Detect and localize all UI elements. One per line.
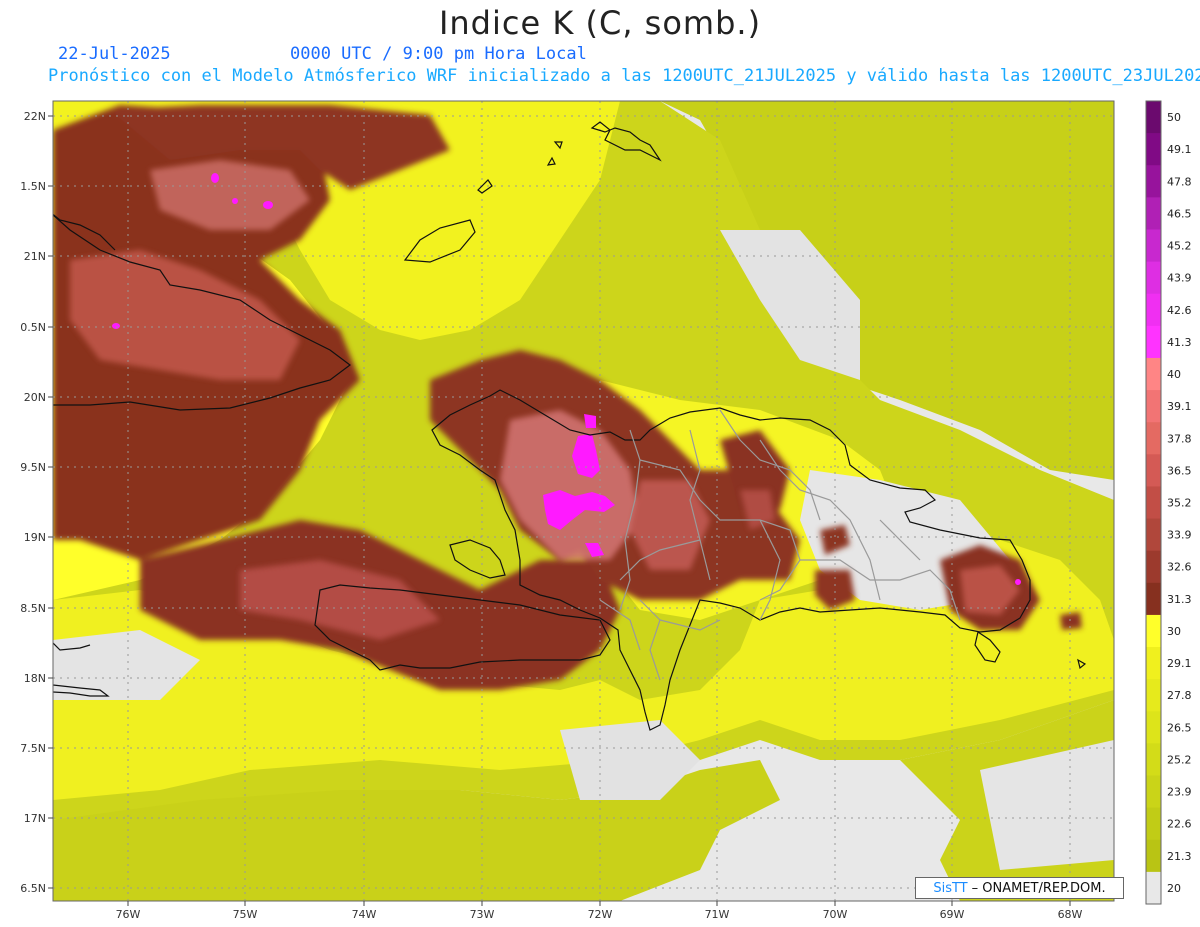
colorbar-label: 29.1 [1167, 657, 1192, 670]
colorbar-swatch [1146, 839, 1161, 873]
colorbar-label: 46.5 [1167, 207, 1192, 220]
credit-box: SisTT – ONAMET/REP.DOM. [915, 877, 1124, 899]
lat-label: 17N [24, 812, 46, 825]
colorbar-label: 43.9 [1167, 272, 1192, 285]
lat-label: 7.5N [20, 742, 46, 755]
colorbar-label: 41.3 [1167, 336, 1192, 349]
latitude-axis: 22N 1.5N 21N 0.5N 20N 9.5N 19N 8.5N 18N 7.5N 17N 6.… [20, 110, 53, 895]
colorbar-swatch [1146, 101, 1161, 134]
colorbar-swatch [1146, 679, 1161, 712]
lat-label: 18N [24, 672, 46, 685]
lon-label: 71W [705, 908, 730, 921]
colorbar-label: 23.9 [1167, 786, 1192, 799]
colorbar-label: 42.6 [1167, 304, 1192, 317]
colorbar-label: 21.3 [1167, 850, 1192, 863]
colorbar-swatch [1146, 550, 1161, 584]
colorbar-label: 50 [1167, 111, 1181, 124]
colorbar-label: 25.2 [1167, 753, 1192, 766]
lon-label: 74W [352, 908, 377, 921]
colorbar-label: 33.9 [1167, 529, 1192, 542]
lat-label: 8.5N [20, 602, 46, 615]
colorbar-swatch [1146, 775, 1161, 809]
colorbar-swatch [1146, 229, 1161, 263]
lon-label: 76W [116, 908, 141, 921]
credit-brand: SisTT [933, 880, 968, 896]
colorbar-label: 31.3 [1167, 593, 1192, 606]
lat-label: 6.5N [20, 882, 46, 895]
colorbar-label: 27.8 [1167, 689, 1192, 702]
colorbar-label: 32.6 [1167, 561, 1192, 574]
colorbar: 50 49.1 47.8 46.5 45.2 43.9 42.6 41.3 40 39.1 37.8… [1145, 100, 1192, 905]
colorbar-label: 26.5 [1167, 721, 1192, 734]
lat-label: 20N [24, 391, 46, 404]
colorbar-swatch [1146, 711, 1161, 744]
lat-label: 19N [24, 531, 46, 544]
colorbar-label: 37.8 [1167, 432, 1192, 445]
colorbar-label: 20 [1167, 882, 1181, 895]
colorbar-label: 30 [1167, 625, 1181, 638]
lat-label: 0.5N [20, 321, 46, 334]
longitude-axis: 76W 75W 74W 73W 72W 71W 70W 69W 68W [116, 901, 1083, 921]
lon-label: 69W [940, 908, 965, 921]
lon-label: 75W [233, 908, 258, 921]
colorbar-label: 36.5 [1167, 464, 1192, 477]
lon-label: 70W [823, 908, 848, 921]
colorbar-label: 45.2 [1167, 240, 1192, 253]
colorbar-label: 40 [1167, 368, 1181, 381]
colorbar-swatch [1146, 422, 1161, 455]
colorbar-swatch [1146, 582, 1161, 616]
lon-label: 72W [588, 908, 613, 921]
colorbar-swatch [1146, 293, 1161, 327]
colorbar-swatch [1146, 133, 1161, 166]
colorbar-swatch [1146, 743, 1161, 777]
lat-label: 21N [24, 250, 46, 263]
colorbar-swatch [1146, 807, 1161, 841]
colorbar-swatch [1146, 486, 1161, 520]
colorbar-swatch [1146, 197, 1161, 230]
k-index-map: 22N 1.5N 21N 0.5N 20N 9.5N 19N 8.5N 18N 7.5N 17N 6.… [20, 100, 1192, 921]
colorbar-swatch [1146, 261, 1161, 295]
k-index-field [53, 101, 1114, 901]
colorbar-swatch [1146, 871, 1161, 905]
colorbar-label: 35.2 [1167, 497, 1192, 510]
colorbar-swatch [1146, 390, 1161, 423]
colorbar-swatch [1146, 357, 1161, 391]
colorbar-swatch [1146, 647, 1161, 680]
colorbar-swatch [1146, 614, 1161, 648]
lat-label: 22N [24, 110, 46, 123]
colorbar-swatch [1146, 325, 1161, 359]
lat-label: 9.5N [20, 461, 46, 474]
lat-label: 1.5N [20, 180, 46, 193]
colorbar-label: 22.6 [1167, 818, 1192, 831]
lon-label: 68W [1058, 908, 1083, 921]
colorbar-label: 49.1 [1167, 143, 1192, 156]
colorbar-swatch [1146, 518, 1161, 552]
credit-text: – ONAMET/REP.DOM. [971, 880, 1106, 896]
colorbar-swatch [1146, 165, 1161, 198]
colorbar-label: 47.8 [1167, 175, 1192, 188]
colorbar-label: 39.1 [1167, 400, 1192, 413]
colorbar-swatch [1146, 454, 1161, 487]
lon-label: 73W [470, 908, 495, 921]
